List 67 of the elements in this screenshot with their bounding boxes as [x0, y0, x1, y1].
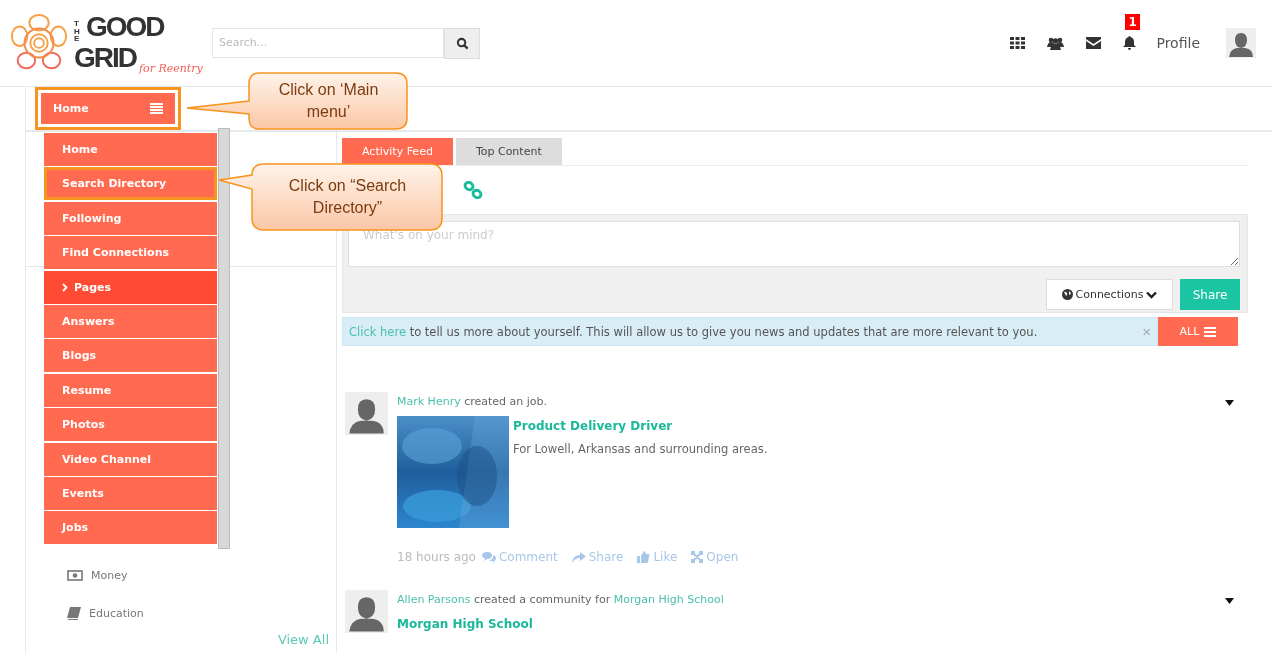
- menu-icon: [150, 103, 163, 114]
- apps-grid-icon[interactable]: [1010, 37, 1026, 49]
- filter-button[interactable]: ALL: [1158, 317, 1238, 346]
- post-title[interactable]: Product Delivery Driver: [513, 419, 673, 433]
- menu-item[interactable]: Resume: [44, 373, 217, 407]
- menu-item[interactable]: Find Connections: [44, 236, 217, 270]
- notification-badge: 1: [1125, 14, 1140, 30]
- avatar-icon[interactable]: [1226, 28, 1256, 58]
- avatar-icon[interactable]: [345, 590, 388, 633]
- close-button[interactable]: ×: [1142, 323, 1151, 340]
- post-headline: Mark Henry created an job.: [397, 395, 549, 408]
- logo-text: GOOD: [86, 12, 164, 43]
- sidebar-link[interactable]: Education: [26, 594, 336, 632]
- click-here-link[interactable]: Click here: [349, 324, 406, 339]
- menu-item[interactable]: Home: [44, 133, 217, 166]
- menu-item[interactable]: Blogs: [44, 339, 217, 373]
- envelope-icon[interactable]: [1086, 37, 1102, 49]
- sidebar-link[interactable]: Money: [26, 556, 336, 594]
- menu-item[interactable]: Pages: [44, 270, 217, 304]
- info-text: Click here to tell us more about yourself. This will allow us to give you news and updates that are more relevant to you.: [349, 324, 1039, 339]
- user-link[interactable]: Mark Henry: [397, 395, 461, 408]
- chevron-right-icon: [62, 282, 68, 292]
- menu-item[interactable]: Search Directory: [44, 167, 217, 201]
- users-icon[interactable]: [1047, 36, 1065, 50]
- money-icon: [67, 569, 83, 581]
- menu-item[interactable]: Jobs: [44, 511, 217, 545]
- profile-link[interactable]: Profile: [1156, 35, 1200, 51]
- callout: Click on “Search Directory”: [218, 163, 443, 231]
- menu-item[interactable]: Answers: [44, 304, 217, 338]
- privacy-dropdown[interactable]: Connections: [1046, 279, 1173, 310]
- share-button[interactable]: Share: [1180, 279, 1240, 310]
- share-arrow-icon: [571, 551, 586, 563]
- caret-icon[interactable]: [1225, 598, 1234, 604]
- logo-tagline: for Reentry: [139, 62, 203, 74]
- user-link[interactable]: Allen Parsons: [397, 593, 471, 606]
- avatar-icon[interactable]: [345, 392, 388, 435]
- comment-icon: [481, 551, 496, 563]
- post-description: For Lowell, Arkansas and surrounding areas.: [513, 442, 768, 456]
- logo-text: GRID: [74, 43, 136, 74]
- tab[interactable]: Top Content: [455, 138, 562, 165]
- view-all-link[interactable]: View All: [277, 632, 336, 653]
- main-menu-button[interactable]: Home: [41, 93, 175, 124]
- menu-icon: [1204, 326, 1217, 337]
- search-button[interactable]: [444, 27, 480, 59]
- post-title[interactable]: Morgan High School: [397, 617, 533, 631]
- menu-item[interactable]: Following: [44, 201, 217, 235]
- search-icon: [455, 36, 469, 50]
- post-action[interactable]: Open: [691, 550, 739, 564]
- post-headline: Allen Parsons created a community for Morgan High School: [397, 593, 725, 606]
- community-link[interactable]: Morgan High School: [613, 593, 724, 606]
- timestamp: 18 hours ago: [397, 550, 476, 564]
- caret-icon[interactable]: [1225, 400, 1234, 406]
- book-icon: [67, 606, 81, 620]
- menu-item[interactable]: Video Channel: [44, 442, 217, 476]
- post-action[interactable]: Comment: [481, 550, 558, 564]
- logo-text: THE: [74, 20, 81, 43]
- chevron-down-icon: [1146, 290, 1158, 299]
- tab[interactable]: Activity Feed: [342, 138, 453, 165]
- menu-item[interactable]: Photos: [44, 408, 217, 442]
- post-action[interactable]: Share: [571, 550, 624, 564]
- thumbs-up-icon: [637, 551, 651, 563]
- expand-icon: [691, 551, 704, 563]
- bell-icon[interactable]: [1123, 36, 1137, 50]
- search-field[interactable]: Search...: [212, 27, 444, 58]
- scrollbar[interactable]: [218, 128, 230, 549]
- post-action[interactable]: Like: [637, 550, 678, 564]
- menu-item[interactable]: Events: [44, 476, 217, 510]
